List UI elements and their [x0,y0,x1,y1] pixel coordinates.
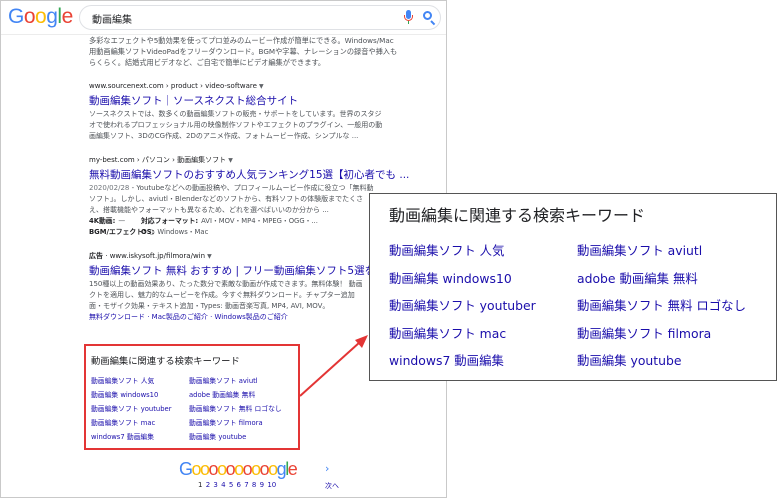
logo-letter: o [23,5,36,28]
wordmark-letter: o [217,459,227,479]
related-searches-grid: 動画編集ソフト 人気 動画編集ソフト aviutl 動画編集 windows10… [91,376,298,443]
related-search-link[interactable]: 動画編集 youtube [189,432,299,443]
page-number-current: 1 [198,481,203,489]
spec-row: 4K動画: — 対応フォーマット: AVI・MOV・MP4・MPEG・OGG・... [89,217,318,225]
related-search-link[interactable]: 動画編集ソフト filmora [189,418,299,429]
page-number[interactable]: 8 [252,481,256,489]
logo-letter: G [8,5,24,28]
result-url[interactable]: www.sourcenext.com › product › video-sof… [89,81,409,92]
page-number[interactable]: 7 [244,481,248,489]
pagination: Goooooooooogle › 1 2 3 4 5 6 7 8 9 10 次へ [179,459,379,495]
page-number[interactable]: 3 [213,481,217,489]
related-search-link[interactable]: windows7 動画編集 [91,432,189,443]
wordmark-letter: o [259,459,270,479]
sitelinks[interactable]: 無料ダウンロード · Mac製品のご紹介 · Windows製品のご紹介 [89,312,409,323]
related-search-link[interactable]: 動画編集ソフト mac [389,325,577,342]
related-searches-title: 動画編集に関連する検索キーワード [389,206,646,225]
related-search-link[interactable]: 動画編集ソフト 無料 ロゴなし [189,404,299,415]
page-number[interactable]: 6 [237,481,241,489]
search-result: www.sourcenext.com › product › video-sof… [89,81,409,142]
wordmark-letter: o [191,459,202,479]
wordmark-letter: o [268,459,278,479]
google-logo[interactable]: Google [8,5,73,29]
wordmark-letter: o [208,459,219,479]
related-search-link[interactable]: 動画編集ソフト 人気 [389,242,577,259]
chevron-right-icon[interactable]: › [325,462,329,475]
related-search-link[interactable]: 動画編集ソフト youtuber [91,404,189,415]
wordmark-letter: G [179,459,193,479]
result-date: 2020/02/28 [89,184,130,192]
search-icon[interactable] [423,11,436,26]
related-searches-grid: 動画編集ソフト 人気 動画編集ソフト aviutl 動画編集 windows10… [389,242,776,369]
caret-down-icon[interactable]: ▼ [207,253,212,260]
related-search-link[interactable]: 動画編集ソフト filmora [577,325,777,342]
wordmark-letter: o [234,459,244,479]
page-numbers: 1 2 3 4 5 6 7 8 9 10 [198,481,276,489]
caret-down-icon[interactable]: ▼ [228,157,233,164]
results-list: 多彩なエフェクトや5動効果を使ってプロ並みのムービー作成が簡単にできる。Wind… [89,35,409,323]
related-search-link[interactable]: adobe 動画編集 無料 [189,390,299,401]
page-number[interactable]: 2 [206,481,210,489]
next-page-link[interactable]: 次へ [325,481,339,491]
related-search-link[interactable]: 動画編集ソフト aviutl [189,376,299,387]
page-number[interactable]: 4 [221,481,225,489]
page-number[interactable]: 9 [260,481,264,489]
page-number[interactable]: 5 [229,481,233,489]
search-result: my-best.com › パソコン › 動画編集ソフト ▼ 無料動画編集ソフトの… [89,155,409,236]
related-search-link[interactable]: 動画編集 windows10 [389,270,577,287]
related-search-link[interactable]: windows7 動画編集 [389,352,577,369]
microphone-icon[interactable] [403,10,413,26]
related-search-link[interactable]: 動画編集 windows10 [91,390,189,401]
wordmark-letter: g [276,459,287,479]
logo-letter: o [35,5,47,28]
result-url[interactable]: 広告 · www.iskysoft.jp/filmora/win ▼ [89,251,409,262]
logo-letter: e [61,5,74,28]
related-searches-box: 動画編集に関連する検索キーワード 動画編集ソフト 人気 動画編集ソフト aviu… [84,344,300,450]
result-title[interactable]: 無料動画編集ソフトのおすすめ人気ランキング15選【初心者でも ... [89,168,409,183]
related-search-link[interactable]: 動画編集 youtube [577,352,777,369]
top-snippet: 多彩なエフェクトや5動効果を使ってプロ並みのムービー作成が簡単にできる。Wind… [89,36,398,67]
pagination-wordmark: Goooooooooogle [179,459,379,480]
related-search-link[interactable]: 動画編集ソフト youtuber [389,297,577,314]
wordmark-letter: o [200,459,210,479]
related-search-link[interactable]: adobe 動画編集 無料 [577,270,777,287]
related-search-link[interactable]: 動画編集ソフト 人気 [91,376,189,387]
wordmark-letter: o [225,459,236,479]
related-search-link[interactable]: 動画編集ソフト aviutl [577,242,777,259]
caret-down-icon[interactable]: ▼ [259,83,264,90]
page-number[interactable]: 10 [267,481,276,489]
related-search-link[interactable]: 動画編集ソフト mac [91,418,189,429]
result-title[interactable]: 動画編集ソフト 無料 おすすめ | フリー動画編集ソフト5選を [89,264,409,279]
result-title[interactable]: 動画編集ソフト｜ソースネクスト総合サイト [89,94,409,109]
related-search-link[interactable]: 動画編集ソフト 無料 ロゴなし [577,297,777,314]
search-box[interactable]: 動画編集 [79,5,441,30]
wordmark-letter: o [251,459,261,479]
search-header: Google 動画編集 [1,1,446,35]
wordmark-letter: o [242,459,253,479]
related-searches-zoom: 動画編集に関連する検索キーワード 動画編集ソフト 人気 動画編集ソフト aviu… [369,193,777,381]
wordmark-letter: e [287,459,298,479]
related-searches-title: 動画編集に関連する検索キーワード [91,356,240,367]
spec-row: BGM/エフェクト: ○ OS: Windows・Mac [89,228,209,236]
ad-label: 広告 [89,252,103,260]
logo-letter: g [46,5,58,28]
search-query[interactable]: 動画編集 [92,11,132,26]
result-url[interactable]: my-best.com › パソコン › 動画編集ソフト ▼ [89,155,409,166]
ad-result: 広告 · www.iskysoft.jp/filmora/win ▼ 動画編集ソフ… [89,251,409,323]
